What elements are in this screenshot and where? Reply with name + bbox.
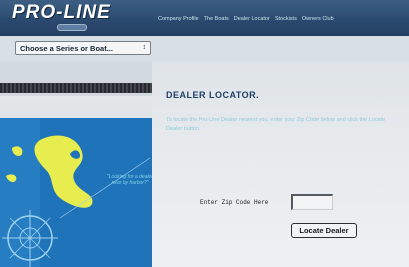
main-nav: Company Profile The Boats Dealer Locator…	[158, 16, 334, 22]
series-select-value: Choose a Series or Boat...	[20, 44, 113, 53]
nav-dealer-locator[interactable]: Dealer Locator	[234, 16, 270, 22]
zip-code-label: Enter Zip Code Here	[200, 199, 269, 206]
page-title: DEALER LOCATOR.	[166, 90, 260, 100]
nautical-map-illustration	[0, 118, 152, 267]
sidebar-divider-bar	[0, 83, 152, 93]
nav-the-boats[interactable]: The Boats	[204, 16, 229, 22]
pro-line-logo[interactable]: PRO-LINE	[12, 2, 111, 24]
nav-company-profile[interactable]: Company Profile	[158, 16, 199, 22]
intro-text: To locate the Pro-Line Dealer nearest yo…	[166, 117, 386, 132]
nav-stockists[interactable]: Stockists	[275, 16, 297, 22]
nav-owners-club[interactable]: Owners Club	[302, 16, 334, 22]
logo-badge	[57, 24, 87, 31]
select-arrows-icon: ↕	[142, 44, 147, 51]
zip-code-input[interactable]	[291, 194, 333, 210]
locate-dealer-button[interactable]: Locate Dealer	[291, 223, 357, 238]
series-boat-select[interactable]: Choose a Series or Boat... ↕	[15, 41, 151, 55]
site-header: PRO-LINE Company Profile The Boats Deale…	[0, 0, 409, 36]
sidebar-quote: "Looking for a dealer near by harbor?"	[107, 174, 153, 186]
